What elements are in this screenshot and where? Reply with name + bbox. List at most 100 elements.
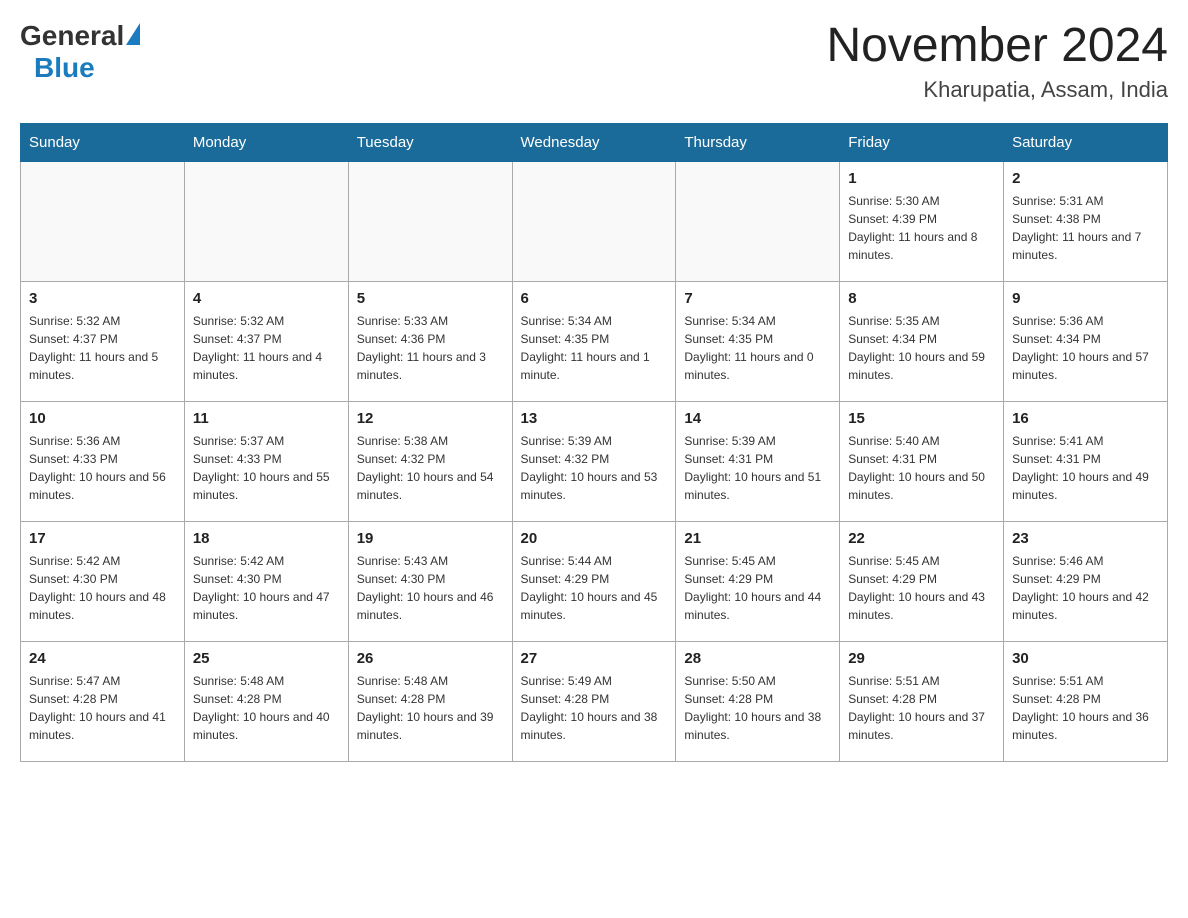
calendar-cell: 7Sunrise: 5:34 AMSunset: 4:35 PMDaylight… xyxy=(676,281,840,401)
day-number: 30 xyxy=(1012,648,1159,671)
calendar-cell xyxy=(512,161,676,281)
day-number: 25 xyxy=(193,648,340,671)
day-info: Sunrise: 5:43 AMSunset: 4:30 PMDaylight:… xyxy=(357,552,504,624)
calendar-week-4: 17 Sunrise: 5:42 AMSunset: 4:30 PMDayligh… xyxy=(21,521,1168,641)
calendar-cell: 8Sunrise: 5:35 AMSunset: 4:34 PMDaylight… xyxy=(840,281,1004,401)
day-info: Sunrise: 5:50 AMSunset: 4:28 PMDaylight:… xyxy=(684,672,831,744)
day-info: Sunrise: 5:47 AMSunset: 4:28 PMDaylight:… xyxy=(29,672,176,744)
day-number: 27 xyxy=(521,648,668,671)
day-number: 8 xyxy=(848,288,995,311)
calendar-table: SundayMondayTuesdayWednesdayThursdayFrid… xyxy=(20,123,1168,762)
calendar-cell: 1Sunrise: 5:30 AMSunset: 4:39 PMDaylight… xyxy=(840,161,1004,281)
day-info: Sunrise: 5:46 AMSunset: 4:29 PMDaylight:… xyxy=(1012,552,1159,624)
day-number: 6 xyxy=(521,288,668,311)
day-info: Sunrise: 5:33 AMSunset: 4:36 PMDaylight:… xyxy=(357,312,504,384)
calendar-cell: 3Sunrise: 5:32 AMSunset: 4:37 PMDaylight… xyxy=(21,281,185,401)
calendar-week-2: 3Sunrise: 5:32 AMSunset: 4:37 PMDaylight… xyxy=(21,281,1168,401)
day-info: Sunrise: 5:35 AMSunset: 4:34 PMDaylight:… xyxy=(848,312,995,384)
calendar-cell: 29Sunrise: 5:51 AMSunset: 4:28 PMDayligh… xyxy=(840,641,1004,761)
calendar-cell xyxy=(184,161,348,281)
calendar-cell: 26Sunrise: 5:48 AMSunset: 4:28 PMDayligh… xyxy=(348,641,512,761)
weekday-header-friday: Friday xyxy=(840,123,1004,161)
calendar-cell: 14Sunrise: 5:39 AMSunset: 4:31 PMDayligh… xyxy=(676,401,840,521)
calendar-cell xyxy=(348,161,512,281)
day-number: 29 xyxy=(848,648,995,671)
calendar-cell: 24Sunrise: 5:47 AMSunset: 4:28 PMDayligh… xyxy=(21,641,185,761)
calendar-cell: 11Sunrise: 5:37 AMSunset: 4:33 PMDayligh… xyxy=(184,401,348,521)
day-info: Sunrise: 5:30 AMSunset: 4:39 PMDaylight:… xyxy=(848,192,995,264)
day-info: Sunrise: 5:36 AMSunset: 4:33 PMDaylight:… xyxy=(29,432,176,504)
calendar-week-5: 24Sunrise: 5:47 AMSunset: 4:28 PMDayligh… xyxy=(21,641,1168,761)
day-number: 22 xyxy=(848,528,995,551)
day-info: Sunrise: 5:39 AMSunset: 4:32 PMDaylight:… xyxy=(521,432,668,504)
day-info: Sunrise: 5:37 AMSunset: 4:33 PMDaylight:… xyxy=(193,432,340,504)
month-title: November 2024 xyxy=(826,20,1168,73)
day-number: 13 xyxy=(521,408,668,431)
day-number: 1 xyxy=(848,168,995,191)
calendar-cell: 4Sunrise: 5:32 AMSunset: 4:37 PMDaylight… xyxy=(184,281,348,401)
day-number: 16 xyxy=(1012,408,1159,431)
day-number: 11 xyxy=(193,408,340,431)
day-number: 28 xyxy=(684,648,831,671)
day-info: Sunrise: 5:48 AMSunset: 4:28 PMDaylight:… xyxy=(357,672,504,744)
day-info: Sunrise: 5:38 AMSunset: 4:32 PMDaylight:… xyxy=(357,432,504,504)
weekday-header-sunday: Sunday xyxy=(21,123,185,161)
calendar-cell: 15Sunrise: 5:40 AMSunset: 4:31 PMDayligh… xyxy=(840,401,1004,521)
calendar-week-3: 10Sunrise: 5:36 AMSunset: 4:33 PMDayligh… xyxy=(21,401,1168,521)
day-info: Sunrise: 5:45 AMSunset: 4:29 PMDaylight:… xyxy=(848,552,995,624)
day-info: Sunrise: 5:40 AMSunset: 4:31 PMDaylight:… xyxy=(848,432,995,504)
day-info: Sunrise: 5:32 AMSunset: 4:37 PMDaylight:… xyxy=(29,312,176,384)
day-number: 19 xyxy=(357,528,504,551)
weekday-header-monday: Monday xyxy=(184,123,348,161)
calendar-cell: 18Sunrise: 5:42 AMSunset: 4:30 PMDayligh… xyxy=(184,521,348,641)
logo-triangle-icon xyxy=(126,23,140,45)
day-number: 24 xyxy=(29,648,176,671)
calendar-cell xyxy=(676,161,840,281)
calendar-cell: 28Sunrise: 5:50 AMSunset: 4:28 PMDayligh… xyxy=(676,641,840,761)
day-info: Sunrise: 5:44 AMSunset: 4:29 PMDaylight:… xyxy=(521,552,668,624)
calendar-cell: 9Sunrise: 5:36 AMSunset: 4:34 PMDaylight… xyxy=(1004,281,1168,401)
day-number: 14 xyxy=(684,408,831,431)
day-number: 23 xyxy=(1012,528,1159,551)
calendar-cell: 22Sunrise: 5:45 AMSunset: 4:29 PMDayligh… xyxy=(840,521,1004,641)
location-title: Kharupatia, Assam, India xyxy=(826,77,1168,103)
calendar-header-row: SundayMondayTuesdayWednesdayThursdayFrid… xyxy=(21,123,1168,161)
calendar-cell: 6Sunrise: 5:34 AMSunset: 4:35 PMDaylight… xyxy=(512,281,676,401)
day-info: Sunrise: 5:48 AMSunset: 4:28 PMDaylight:… xyxy=(193,672,340,744)
logo-blue-text: Blue xyxy=(34,52,95,84)
day-number: 10 xyxy=(29,408,176,431)
calendar-cell: 25Sunrise: 5:48 AMSunset: 4:28 PMDayligh… xyxy=(184,641,348,761)
day-info: Sunrise: 5:51 AMSunset: 4:28 PMDaylight:… xyxy=(848,672,995,744)
day-number: 4 xyxy=(193,288,340,311)
logo: General Blue xyxy=(20,20,140,84)
page-header: General Blue November 2024 Kharupatia, A… xyxy=(20,20,1168,103)
calendar-cell: 17Sunrise: 5:42 AMSunset: 4:30 PMDayligh… xyxy=(21,521,185,641)
calendar-cell: 23Sunrise: 5:46 AMSunset: 4:29 PMDayligh… xyxy=(1004,521,1168,641)
day-number: 21 xyxy=(684,528,831,551)
day-number: 7 xyxy=(684,288,831,311)
day-number: 18 xyxy=(193,528,340,551)
title-section: November 2024 Kharupatia, Assam, India xyxy=(826,20,1168,103)
day-number: 12 xyxy=(357,408,504,431)
day-info: Sunrise: 5:34 AMSunset: 4:35 PMDaylight:… xyxy=(684,312,831,384)
calendar-cell: 19Sunrise: 5:43 AMSunset: 4:30 PMDayligh… xyxy=(348,521,512,641)
calendar-cell: 2Sunrise: 5:31 AMSunset: 4:38 PMDaylight… xyxy=(1004,161,1168,281)
day-number: 3 xyxy=(29,288,176,311)
day-number: 26 xyxy=(357,648,504,671)
weekday-header-thursday: Thursday xyxy=(676,123,840,161)
day-number: 17 xyxy=(29,528,176,551)
day-number: 2 xyxy=(1012,168,1159,191)
calendar-cell: 12Sunrise: 5:38 AMSunset: 4:32 PMDayligh… xyxy=(348,401,512,521)
day-info: Sunrise: 5:51 AMSunset: 4:28 PMDaylight:… xyxy=(1012,672,1159,744)
weekday-header-wednesday: Wednesday xyxy=(512,123,676,161)
day-info: Sunrise: 5:45 AMSunset: 4:29 PMDaylight:… xyxy=(684,552,831,624)
day-info: Sunrise: 5:34 AMSunset: 4:35 PMDaylight:… xyxy=(521,312,668,384)
calendar-cell xyxy=(21,161,185,281)
day-number: 9 xyxy=(1012,288,1159,311)
day-info: Sunrise: 5:42 AMSunset: 4:30 PMDaylight:… xyxy=(193,552,340,624)
calendar-cell: 16Sunrise: 5:41 AMSunset: 4:31 PMDayligh… xyxy=(1004,401,1168,521)
calendar-cell: 5Sunrise: 5:33 AMSunset: 4:36 PMDaylight… xyxy=(348,281,512,401)
calendar-cell: 13Sunrise: 5:39 AMSunset: 4:32 PMDayligh… xyxy=(512,401,676,521)
weekday-header-saturday: Saturday xyxy=(1004,123,1168,161)
day-info: Sunrise: 5:41 AMSunset: 4:31 PMDaylight:… xyxy=(1012,432,1159,504)
